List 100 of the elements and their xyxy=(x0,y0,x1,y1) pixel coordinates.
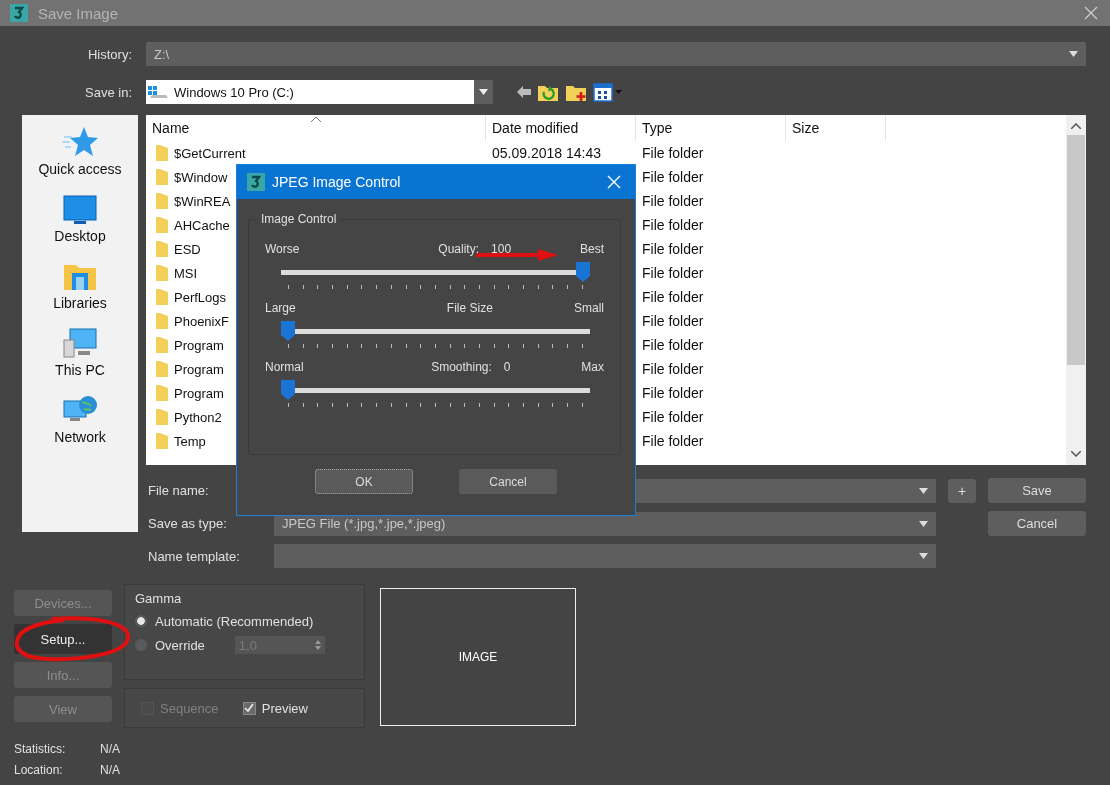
slider-value: 0 xyxy=(503,360,512,374)
dropdown-arrow-icon[interactable] xyxy=(919,553,928,559)
file-name[interactable]: $Window xyxy=(174,169,228,185)
option-label: Automatic (Recommended) xyxy=(155,613,314,629)
table-cell-text: File folder xyxy=(641,289,705,305)
sort-caret-icon xyxy=(311,116,321,122)
field-label: Save in: xyxy=(84,84,132,100)
option-label: Override xyxy=(155,637,205,653)
table-cell-text: File folder xyxy=(641,385,705,401)
field-label: Name template: xyxy=(147,548,241,564)
scrollbar[interactable] xyxy=(1066,115,1086,465)
cancel-button[interactable]: Cancel xyxy=(988,511,1086,536)
folder-icon xyxy=(156,361,168,377)
close-icon[interactable] xyxy=(1084,6,1098,20)
folder-icon xyxy=(156,313,168,329)
table-cell-text: File folder xyxy=(641,217,705,233)
app-icon xyxy=(246,172,266,192)
back-arrow-icon[interactable] xyxy=(517,86,531,98)
slider-value: 100 xyxy=(491,242,512,256)
file-name[interactable]: $WinREA xyxy=(174,193,231,209)
table-cell-text: File folder xyxy=(641,337,705,353)
column-header[interactable]: Type xyxy=(636,115,786,141)
dropdown-arrow-icon[interactable] xyxy=(919,487,928,494)
place-label[interactable]: Quick access xyxy=(38,161,122,177)
file-name[interactable]: Temp xyxy=(174,433,206,449)
column-header[interactable]: Size xyxy=(786,115,886,141)
field-label: History: xyxy=(86,46,132,62)
group-title: Gamma xyxy=(135,591,183,606)
place-label[interactable]: Network xyxy=(54,429,106,445)
group-title: Image Control xyxy=(257,212,341,226)
slider-thumb[interactable] xyxy=(576,262,590,282)
column-header[interactable]: Date modified xyxy=(486,115,636,141)
table-cell-text: File folder xyxy=(641,409,705,425)
dropdown-arrow-icon[interactable] xyxy=(919,520,928,527)
app-icon xyxy=(9,3,29,23)
slider-max-label: Max xyxy=(581,360,604,374)
slider-label: File Size xyxy=(446,301,493,315)
place-label[interactable]: Desktop xyxy=(54,228,106,244)
slider-max-label: Small xyxy=(573,301,604,315)
folder-icon xyxy=(156,145,168,161)
folder-icon xyxy=(156,217,168,233)
scrollbar-thumb[interactable] xyxy=(1067,135,1085,365)
folder-icon xyxy=(156,265,168,281)
column-header[interactable]: Name xyxy=(146,115,486,141)
slider-max-label: Best xyxy=(580,242,604,256)
folder-icon xyxy=(156,409,168,425)
file-name[interactable]: MSI xyxy=(174,265,198,281)
file-name[interactable]: Program xyxy=(174,337,224,353)
file-name[interactable]: PerfLogs xyxy=(174,289,227,305)
file-name[interactable]: ESD xyxy=(174,241,201,257)
file-name[interactable]: Program xyxy=(174,361,224,377)
dropdown-arrow-icon[interactable] xyxy=(1069,51,1078,57)
file-name[interactable]: PhoenixF xyxy=(174,313,229,329)
table-cell-text: File folder xyxy=(641,433,705,449)
scroll-up-icon[interactable] xyxy=(1071,123,1081,129)
slider-thumb[interactable] xyxy=(281,321,295,341)
folder-icon xyxy=(156,169,168,185)
dialog-button[interactable]: Cancel xyxy=(459,469,557,494)
place-label[interactable]: This PC xyxy=(55,362,105,378)
field-label: File name: xyxy=(147,483,210,498)
monitor-icon[interactable] xyxy=(62,192,98,226)
scroll-down-icon[interactable] xyxy=(1071,451,1081,457)
folder-icon xyxy=(156,433,168,449)
slider-label: Quality: xyxy=(438,242,480,256)
file-name[interactable]: Program xyxy=(174,385,224,401)
table-cell-text: 05.09.2018 14:43 xyxy=(491,145,602,161)
table-cell-text: File folder xyxy=(641,145,705,161)
info-value: N/A xyxy=(100,742,120,756)
place-label[interactable]: Libraries xyxy=(53,295,107,311)
table-cell-text: File folder xyxy=(641,313,705,329)
table-cell-text: File folder xyxy=(641,169,705,185)
folder-icon xyxy=(156,385,168,401)
file-name[interactable]: Python2 xyxy=(174,409,222,425)
file-name[interactable]: AHCache xyxy=(174,217,230,233)
side-button[interactable]: Setup... xyxy=(14,624,112,654)
file-name[interactable]: $GetCurrent xyxy=(174,145,246,161)
window-title: Save Image xyxy=(38,4,119,22)
history-dropdown[interactable]: Z:\ xyxy=(146,42,1086,66)
dropdown-arrow-icon[interactable] xyxy=(479,89,488,95)
save-button[interactable]: Save xyxy=(988,478,1086,503)
info-label: Statistics: xyxy=(14,742,67,756)
add-button[interactable]: + xyxy=(948,478,976,503)
computer-icon[interactable] xyxy=(62,326,98,360)
info-value: N/A xyxy=(100,763,120,777)
table-cell-text: File folder xyxy=(641,193,705,209)
folder-icon xyxy=(156,337,168,353)
folder-icon xyxy=(156,193,168,209)
slider-thumb[interactable] xyxy=(281,380,295,400)
table-cell-text: File folder xyxy=(641,361,705,377)
view-menu-icon[interactable] xyxy=(593,82,623,102)
checkbox-label: Preview xyxy=(261,700,308,716)
checkbox[interactable] xyxy=(242,701,256,715)
radio-button[interactable] xyxy=(135,615,147,627)
save-in-dropdown[interactable]: Windows 10 Pro (C:) xyxy=(146,80,493,104)
slider-min-label: Worse xyxy=(265,242,300,256)
star-icon[interactable] xyxy=(62,125,98,159)
dialog-button[interactable]: OK xyxy=(315,469,413,494)
folder-icon xyxy=(156,289,168,305)
drive-icon xyxy=(148,85,168,99)
slider-label: Smoothing: xyxy=(431,360,492,374)
